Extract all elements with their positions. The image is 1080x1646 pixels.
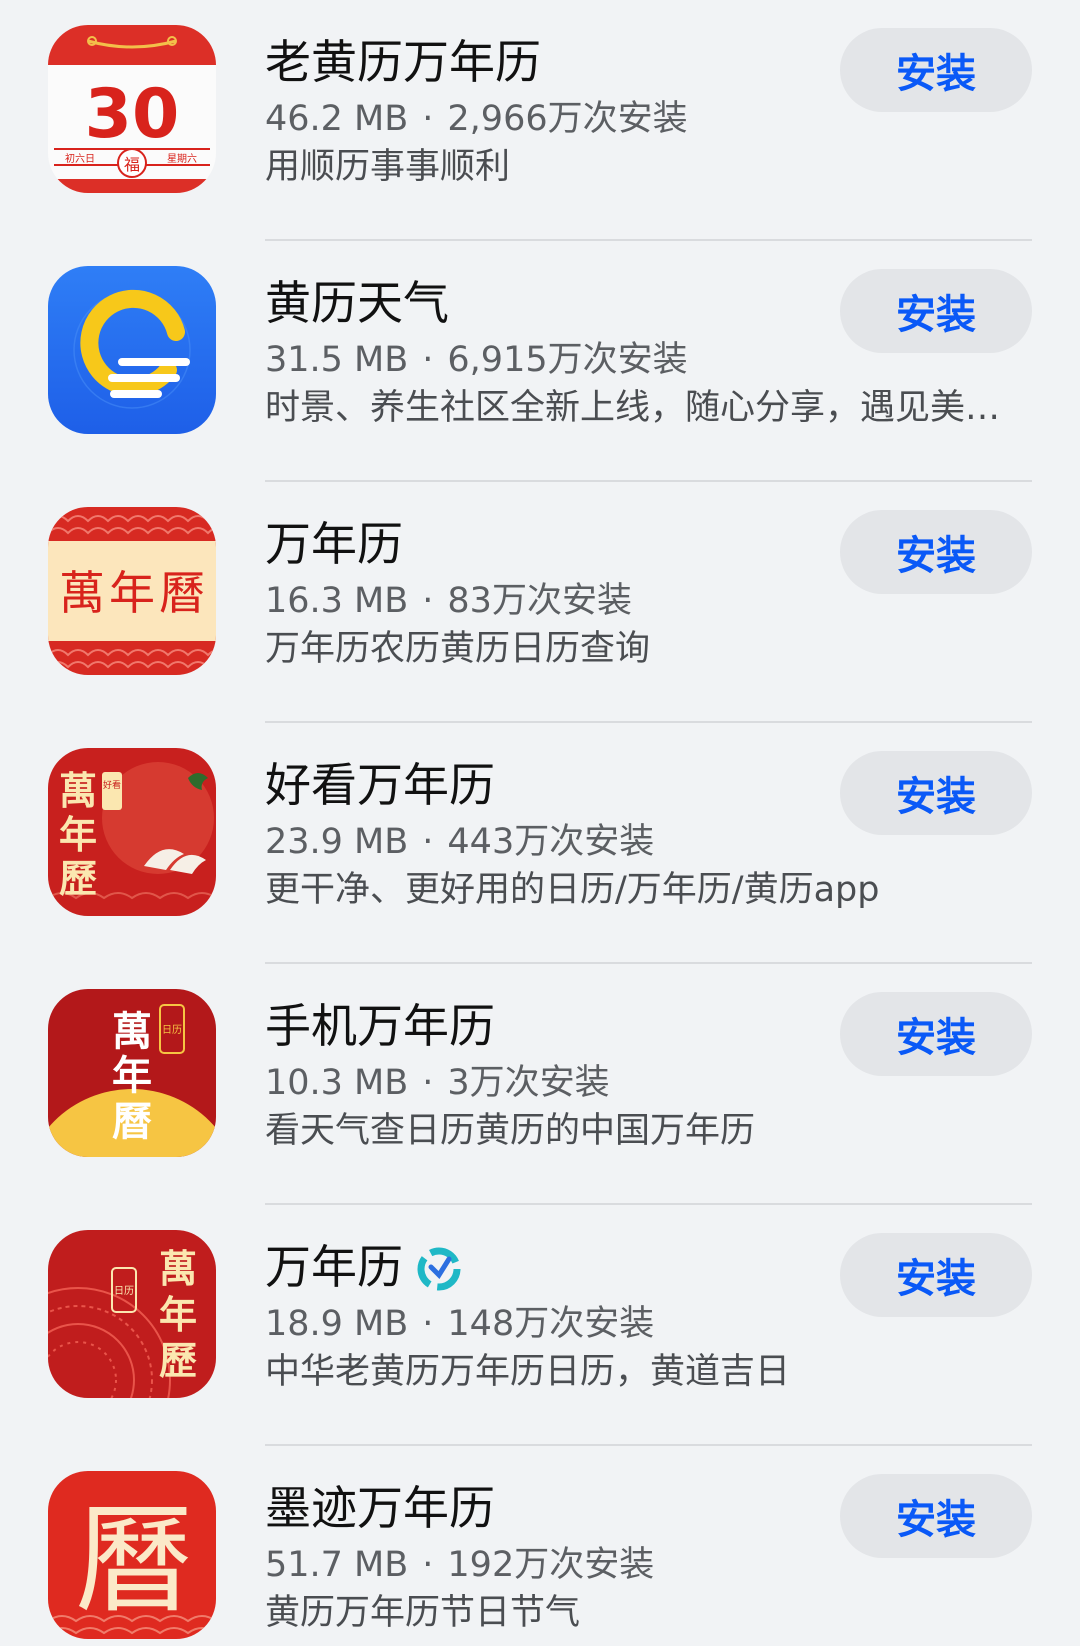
app-description: 看天气查日历黄历的中国万年历 (265, 1111, 756, 1151)
app-size: 23.9 MB (265, 822, 409, 862)
install-button[interactable]: 安装 (840, 28, 1032, 112)
svg-text:星期六: 星期六 (167, 153, 197, 165)
svg-text:萬: 萬 (112, 1008, 152, 1055)
compass-calendar-icon[interactable]: 日历 萬 年 歷 (48, 1230, 216, 1398)
app-list: 30 福 初六日 星期六 老黄历万年历 46.2 MB · 2,966万次安装 用顺… (0, 0, 1080, 1646)
svg-text:年: 年 (112, 1052, 152, 1099)
install-button[interactable]: 安装 (840, 992, 1032, 1076)
separator-dot: · (422, 1545, 434, 1585)
app-name[interactable]: 黄历天气 (265, 273, 449, 333)
app-description: 中华老黄历万年历日历，黄道吉日 (265, 1352, 791, 1392)
separator-dot: · (422, 822, 434, 862)
app-size: 31.5 MB (265, 340, 409, 380)
separator-dot: · (422, 340, 434, 380)
app-meta: 10.3 MB · 3万次安装 (265, 1060, 610, 1106)
svg-text:初六日: 初六日 (65, 152, 95, 165)
app-row[interactable]: 萬 年 歷 好看 好看万年历 23.9 MB · 443万次安装 更干净、更好用的日… (0, 723, 1080, 964)
calendar-30-icon[interactable]: 30 福 初六日 星期六 (48, 25, 216, 193)
svg-text:日历: 日历 (162, 1024, 182, 1036)
app-meta: 16.3 MB · 83万次安装 (265, 578, 632, 624)
separator-dot: · (422, 581, 434, 621)
app-size: 51.7 MB (265, 1545, 409, 1585)
svg-text:曆: 曆 (75, 1491, 193, 1629)
svg-text:年: 年 (159, 1292, 197, 1337)
app-meta: 23.9 MB · 443万次安装 (265, 819, 654, 865)
app-meta: 18.9 MB · 148万次安装 (265, 1301, 654, 1347)
separator-dot: · (422, 1063, 434, 1103)
install-button[interactable]: 安装 (840, 751, 1032, 835)
verified-badge-icon (417, 1245, 461, 1290)
svg-text:年: 年 (59, 812, 97, 857)
app-installs: 6,915万次安装 (447, 340, 688, 380)
svg-text:萬: 萬 (159, 1246, 197, 1291)
sunrise-calendar-icon[interactable]: 萬 年 曆 日历 (48, 989, 216, 1157)
app-meta: 46.2 MB · 2,966万次安装 (265, 96, 688, 142)
svg-text:萬: 萬 (59, 768, 97, 813)
install-button[interactable]: 安装 (840, 269, 1032, 353)
app-name[interactable]: 墨迹万年历 (265, 1478, 495, 1538)
svg-text:日历: 日历 (114, 1285, 134, 1297)
app-size: 46.2 MB (265, 99, 409, 139)
svg-text:福: 福 (124, 155, 140, 174)
app-meta: 51.7 MB · 192万次安装 (265, 1542, 654, 1588)
separator-dot: · (422, 99, 434, 139)
install-button[interactable]: 安装 (840, 1233, 1032, 1317)
app-name[interactable]: 手机万年历 (265, 996, 495, 1056)
app-description: 时景、养生社区全新上线，随心分享，遇见美… (265, 388, 1001, 428)
app-name-text: 万年历 (265, 1240, 403, 1294)
app-row[interactable]: 曆 墨迹万年历 51.7 MB · 192万次安装 黄历万年历节日节气 安装 (0, 1446, 1080, 1646)
app-row[interactable]: 萬 年 曆 日历 手机万年历 10.3 MB · 3万次安装 看天气查日历黄历的中国… (0, 964, 1080, 1205)
app-installs: 83万次安装 (447, 581, 632, 621)
svg-text:歷: 歷 (59, 856, 97, 901)
app-size: 18.9 MB (265, 1304, 409, 1344)
app-description: 用顺历事事顺利 (265, 147, 511, 187)
app-description: 更干净、更好用的日历/万年历/黄历app (265, 870, 880, 910)
wannianli-seal-icon[interactable]: 萬 年 曆 (48, 507, 216, 675)
app-name[interactable]: 万年历 (265, 1237, 461, 1297)
calligraphy-li-icon[interactable]: 曆 (48, 1471, 216, 1639)
svg-text:年: 年 (109, 566, 155, 620)
app-size: 10.3 MB (265, 1063, 409, 1103)
app-row[interactable]: 日历 萬 年 歷 万年历 18.9 MB · 148万次安装 中华老黄历万年历日历，… (0, 1205, 1080, 1446)
svg-text:歷: 歷 (159, 1338, 197, 1383)
svg-text:曆: 曆 (112, 1098, 152, 1145)
app-description: 万年历农历黄历日历查询 (265, 629, 651, 669)
sun-cloud-icon[interactable] (48, 266, 216, 434)
install-button[interactable]: 安装 (840, 510, 1032, 594)
app-size: 16.3 MB (265, 581, 409, 621)
app-installs: 443万次安装 (447, 822, 655, 862)
app-description: 黄历万年历节日节气 (265, 1593, 581, 1633)
svg-text:曆: 曆 (159, 566, 205, 620)
app-name[interactable]: 好看万年历 (265, 755, 495, 815)
app-installs: 192万次安装 (447, 1545, 655, 1585)
app-row[interactable]: 萬 年 曆 万年历 16.3 MB · 83万次安装 万年历农历黄历日历查询 安装 (0, 482, 1080, 723)
app-installs: 3万次安装 (447, 1063, 610, 1103)
separator-dot: · (422, 1304, 434, 1344)
install-button[interactable]: 安装 (840, 1474, 1032, 1558)
app-meta: 31.5 MB · 6,915万次安装 (265, 337, 688, 383)
app-installs: 2,966万次安装 (447, 99, 688, 139)
calendar-day-number: 30 (85, 75, 180, 154)
app-name[interactable]: 万年历 (265, 514, 403, 574)
svg-text:好看: 好看 (103, 779, 121, 791)
svg-text:萬: 萬 (59, 566, 105, 620)
app-row[interactable]: 30 福 初六日 星期六 老黄历万年历 46.2 MB · 2,966万次安装 用顺… (0, 0, 1080, 241)
crane-calendar-icon[interactable]: 萬 年 歷 好看 (48, 748, 216, 916)
app-name[interactable]: 老黄历万年历 (265, 32, 541, 92)
app-installs: 148万次安装 (447, 1304, 655, 1344)
app-row[interactable]: 黄历天气 31.5 MB · 6,915万次安装 时景、养生社区全新上线，随心分享，… (0, 241, 1080, 482)
